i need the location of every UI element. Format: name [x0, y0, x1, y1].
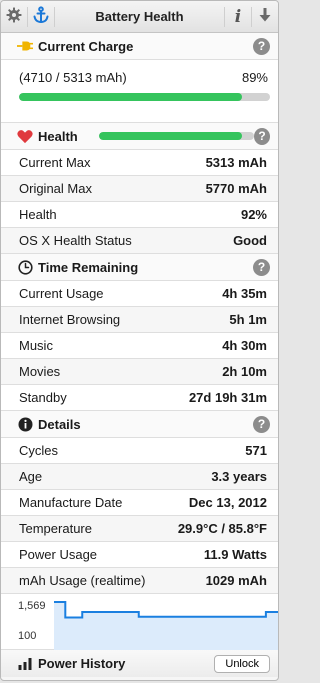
charge-progress-fill [19, 93, 243, 101]
battery-health-panel: Battery Health i Current Charge ? (4710 … [0, 0, 279, 681]
anchor-button[interactable] [28, 1, 54, 33]
info-row: Age 3.3 years [1, 464, 278, 490]
mah-usage-chart: 1,569 100 [1, 594, 278, 650]
row-value: 29.9°C / 85.8°F [177, 521, 267, 536]
row-label: Internet Browsing [19, 312, 121, 327]
row-value: 2h 10m [222, 364, 267, 379]
info-row: Health 92% [1, 202, 278, 228]
row-value: 4h 30m [222, 338, 267, 353]
row-label: OS X Health Status [19, 233, 132, 248]
info-row: Cycles 571 [1, 438, 278, 464]
usage-area [54, 602, 278, 650]
info-row: Movies 2h 10m [1, 359, 278, 385]
info-button[interactable]: i [225, 1, 251, 33]
row-label: Health [19, 207, 57, 222]
health-progress-bar [98, 132, 255, 140]
y-tick-label-max: 1,569 [18, 600, 46, 612]
info-row: Internet Browsing 5h 1m [1, 307, 278, 333]
info-row: Manufacture Date Dec 13, 2012 [1, 490, 278, 516]
heart-icon [17, 128, 33, 144]
info-row: Standby 27d 19h 31m [1, 385, 278, 411]
download-arrow-icon [258, 7, 272, 26]
details-rows: Cycles 571 Age 3.3 years Manufacture Date D… [1, 438, 278, 594]
info-row: Music 4h 30m [1, 333, 278, 359]
bar-chart-icon [17, 656, 33, 672]
row-value: 1029 mAh [205, 573, 267, 588]
anchor-icon [32, 6, 50, 27]
plug-icon [17, 38, 33, 54]
details-header: Details ? [1, 411, 278, 438]
info-circle-icon [17, 416, 33, 432]
help-button[interactable]: ? [253, 37, 270, 55]
info-row: Original Max 5770 mAh [1, 176, 278, 202]
health-header: Health ? [1, 123, 278, 150]
row-value: 92% [240, 207, 267, 222]
settings-button[interactable] [1, 1, 27, 33]
row-label: mAh Usage (realtime) [19, 573, 146, 588]
gear-icon [6, 7, 22, 26]
info-row: Power Usage 11.9 Watts [1, 542, 278, 568]
current-charge-block: (4710 / 5313 mAh) 89% [1, 60, 278, 123]
row-value: 5h 1m [229, 312, 267, 327]
row-value: Dec 13, 2012 [188, 495, 267, 510]
row-label: Music [19, 338, 53, 353]
section-title: Current Charge [38, 38, 134, 54]
row-value: 11.9 Watts [203, 547, 267, 562]
time-remaining-header: Time Remaining ? [1, 254, 278, 281]
info-row: Current Usage 4h 35m [1, 281, 278, 307]
charge-detail: (4710 / 5313 mAh) [19, 70, 127, 85]
section-title: Health [38, 128, 78, 144]
row-value: 571 [245, 443, 267, 458]
row-label: Temperature [19, 521, 92, 536]
row-value: 5770 mAh [205, 181, 267, 196]
info-row: Current Max 5313 mAh [1, 150, 278, 176]
section-title: Time Remaining [38, 259, 139, 275]
health-progress-fill [98, 132, 242, 140]
health-rows: Current Max 5313 mAh Original Max 5770 mAh… [1, 150, 278, 254]
info-row: Temperature 29.9°C / 85.8°F [1, 516, 278, 542]
row-label: Power Usage [19, 547, 98, 562]
row-value: 27d 19h 31m [188, 390, 267, 405]
info-row: mAh Usage (realtime) 1029 mAh [1, 568, 278, 594]
row-label: Movies [19, 364, 61, 379]
row-label: Standby [19, 390, 67, 405]
time-remaining-rows: Current Usage 4h 35m Internet Browsing 5h … [1, 281, 278, 411]
row-label: Original Max [19, 181, 92, 196]
clock-icon [17, 259, 33, 275]
row-label: Current Max [19, 155, 91, 170]
usage-chart-plot [54, 601, 278, 650]
download-button[interactable] [252, 1, 278, 33]
current-charge-header: Current Charge ? [1, 33, 278, 60]
row-label: Cycles [19, 443, 59, 458]
charge-progress-bar [19, 93, 270, 101]
y-tick-label-min: 100 [18, 630, 37, 642]
row-value: 4h 35m [222, 286, 267, 301]
row-label: Manufacture Date [19, 495, 123, 510]
row-value: 5313 mAh [205, 155, 267, 170]
window-title: Battery Health [95, 9, 184, 24]
toolbar: Battery Health i [1, 1, 278, 33]
section-title: Details [38, 416, 81, 432]
unlock-button[interactable]: Unlock [214, 654, 270, 673]
power-history-footer: Power History Unlock [1, 650, 278, 677]
help-button[interactable]: ? [253, 258, 270, 276]
row-label: Current Usage [19, 286, 104, 301]
info-icon: i [234, 6, 242, 27]
help-button[interactable]: ? [254, 127, 270, 145]
row-label: Age [19, 469, 43, 484]
help-button[interactable]: ? [253, 415, 270, 433]
charge-percent: 89% [241, 70, 268, 85]
row-value: 3.3 years [211, 469, 267, 484]
power-history-title: Power History [38, 656, 126, 671]
info-row: OS X Health Status Good [1, 228, 278, 254]
row-value: Good [233, 233, 267, 248]
